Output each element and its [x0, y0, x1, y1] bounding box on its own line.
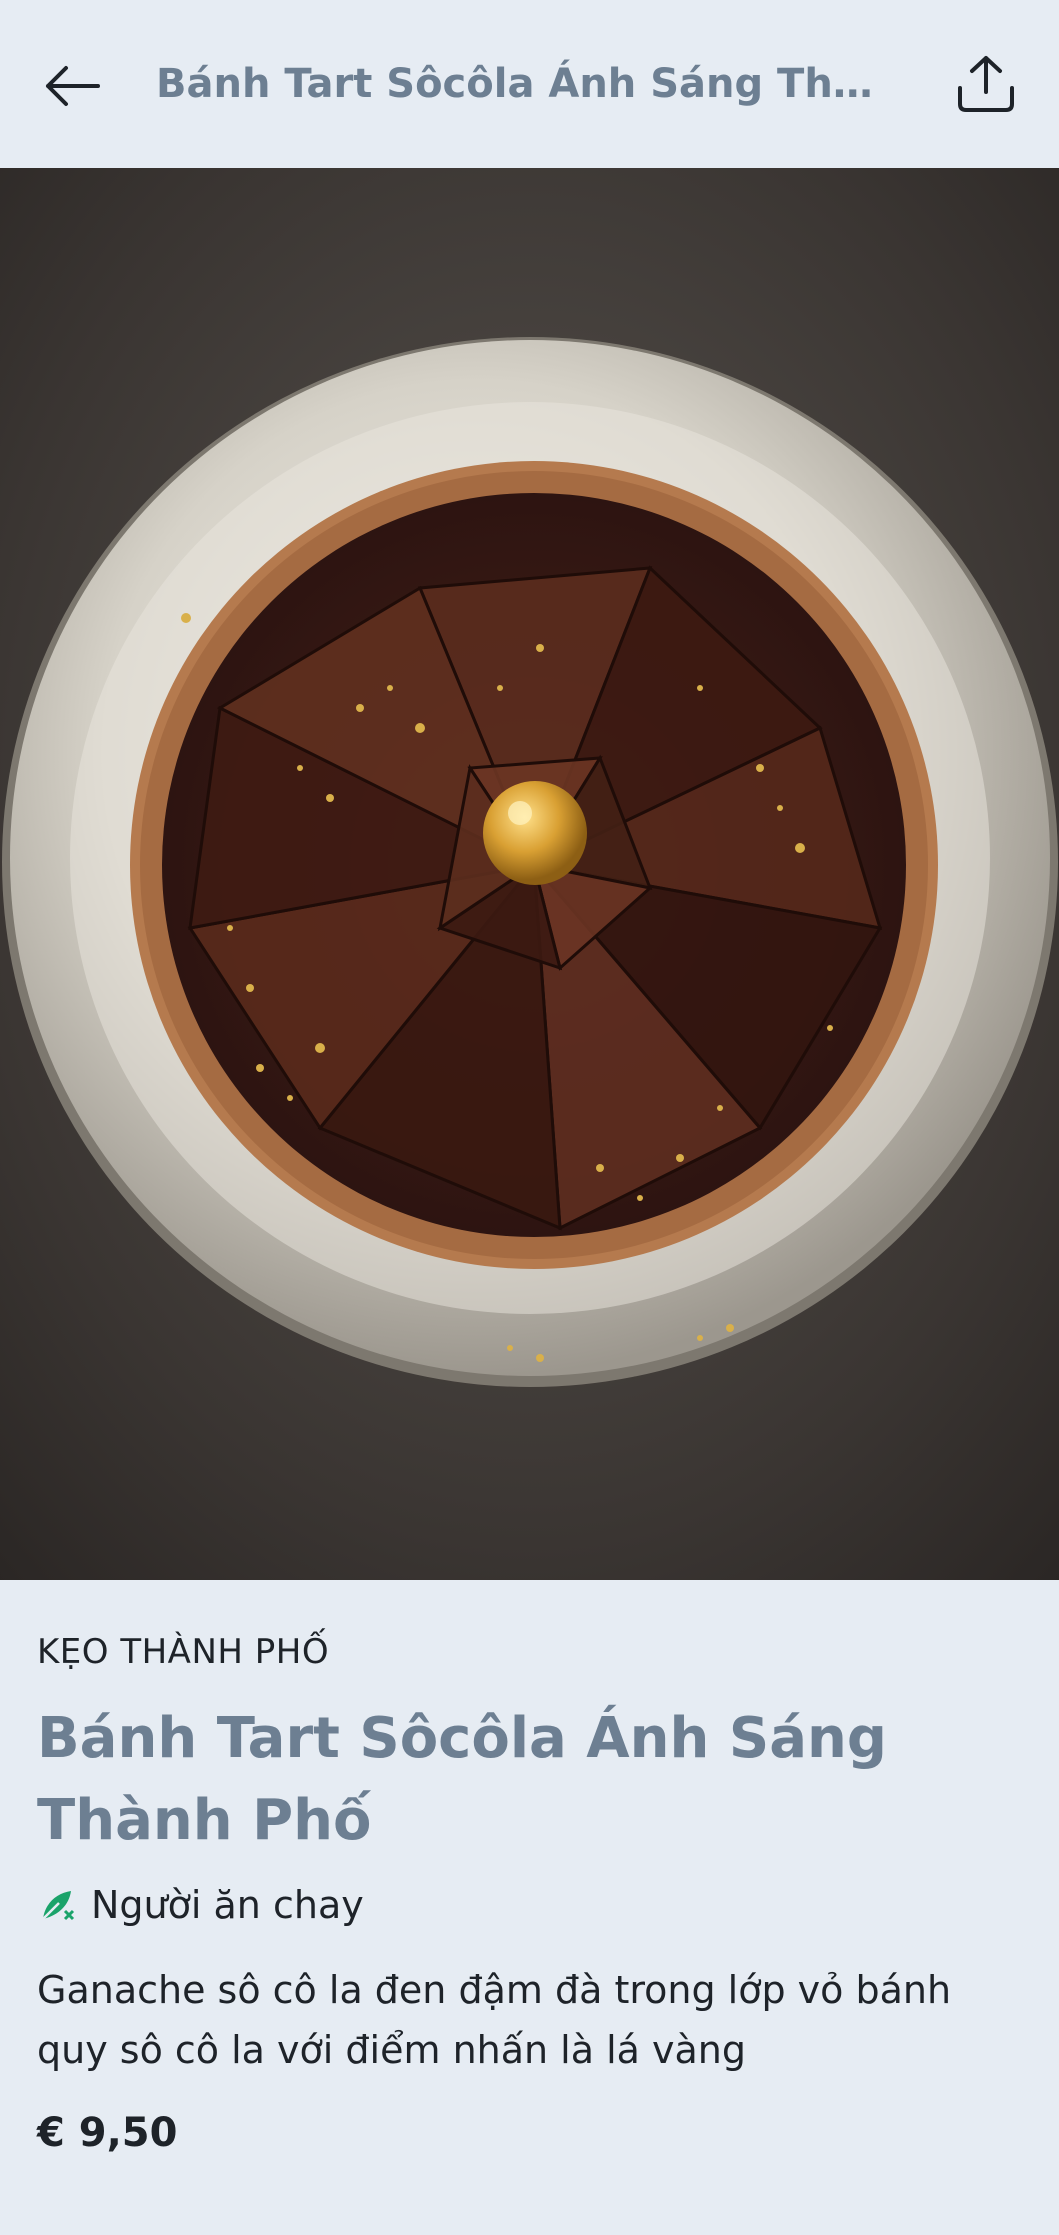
product-description: Ganache sô cô la đen đậm đà trong lớp vỏ…	[37, 1968, 952, 2072]
back-button[interactable]	[36, 50, 108, 122]
product-price: € 9,50	[37, 2110, 178, 2156]
product-image	[0, 168, 1059, 1580]
vegetarian-leaf-icon	[42, 1891, 75, 1921]
arrow-left-icon	[46, 66, 100, 106]
diet-label: Người ăn chay	[91, 1883, 364, 1927]
header-title: Bánh Tart Sôcôla Ánh Sáng Thà...	[156, 61, 896, 107]
diet-tag: Người ăn chay	[37, 1880, 364, 1930]
chocolate-tart-photo	[0, 168, 1059, 1580]
share-button[interactable]	[950, 48, 1022, 120]
product-details: KẸO THÀNH PHỐ Bánh Tart Sôcôla Ánh Sáng …	[0, 1580, 1059, 2235]
share-upload-icon	[958, 56, 1014, 112]
product-title: Bánh Tart Sôcôla Ánh Sáng Thành Phố	[37, 1706, 887, 1853]
product-category: KẸO THÀNH PHỐ	[37, 1632, 330, 1672]
top-bar: Bánh Tart Sôcôla Ánh Sáng Thà...	[0, 0, 1059, 168]
